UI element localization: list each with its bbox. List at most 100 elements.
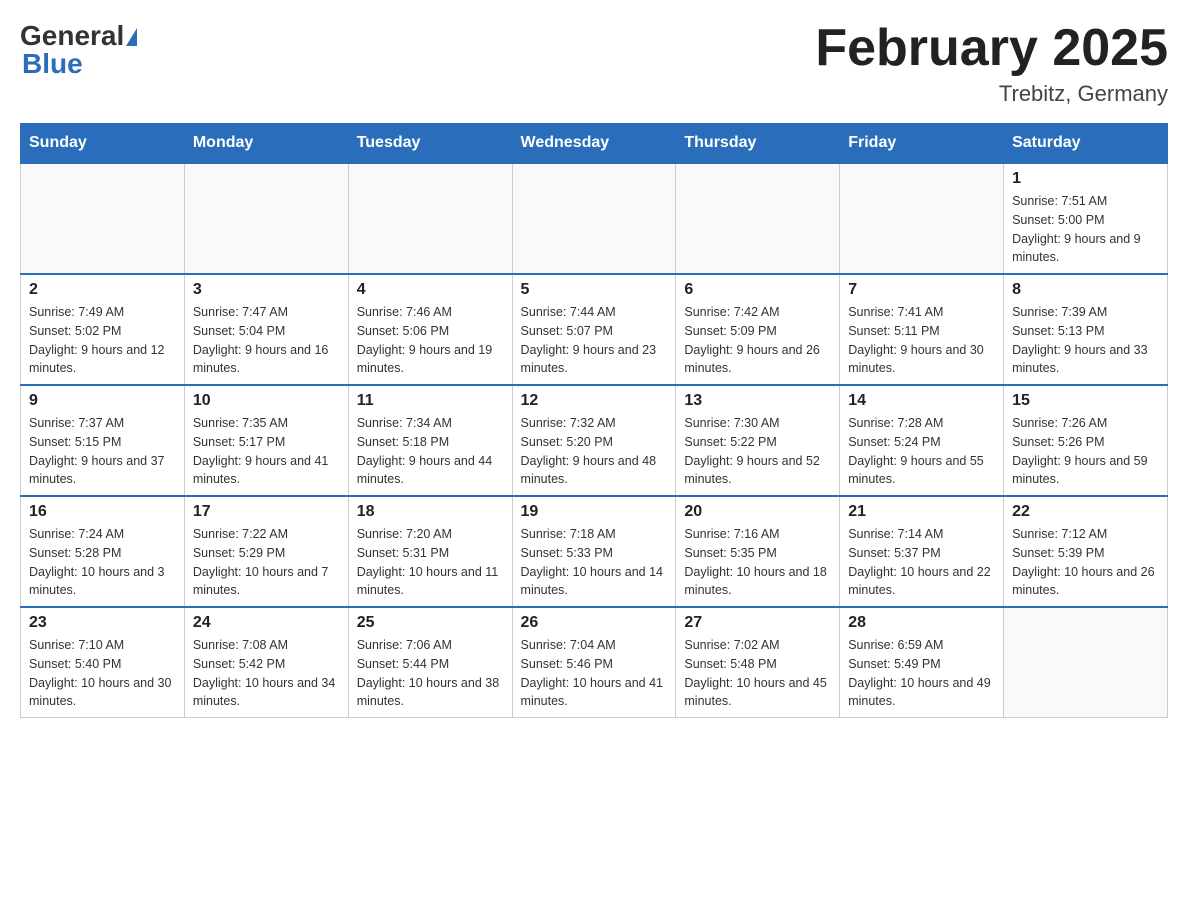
calendar-week-row: 23 Sunrise: 7:10 AMSunset: 5:40 PMDayligh… — [21, 607, 1168, 718]
day-number: 12 — [521, 392, 668, 410]
day-number: 1 — [1012, 170, 1159, 188]
table-row: 7 Sunrise: 7:41 AMSunset: 5:11 PMDaylight… — [840, 274, 1004, 385]
day-number: 25 — [357, 614, 504, 632]
table-row: 22Sunrise: 7:12 AMSunset: 5:39 PMDayligh… — [1004, 496, 1168, 607]
table-row: 8 Sunrise: 7:39 AMSunset: 5:13 PMDaylight… — [1004, 274, 1168, 385]
day-info: Sunrise: 7:14 AMSunset: 5:37 PMDaylight:… — [848, 525, 995, 600]
table-row: 9Sunrise: 7:37 AMSunset: 5:15 PMDaylight… — [21, 385, 185, 496]
day-number: 24 — [193, 614, 340, 632]
day-info: Sunrise: 7:02 AMSunset: 5:48 PMDaylight:… — [684, 636, 831, 711]
calendar-week-row: 1 Sunrise: 7:51 AMSunset: 5:00 PMDaylight… — [21, 163, 1168, 274]
col-sunday: Sunday — [21, 124, 185, 164]
col-thursday: Thursday — [676, 124, 840, 164]
calendar-week-row: 16 Sunrise: 7:24 AMSunset: 5:28 PMDayligh… — [21, 496, 1168, 607]
day-number: 2 — [29, 281, 176, 299]
title-area: February 2025 Trebitz, Germany — [815, 20, 1168, 107]
table-row: 18 Sunrise: 7:20 AMSunset: 5:31 PMDayligh… — [348, 496, 512, 607]
day-info: Sunrise: 7:37 AMSunset: 5:15 PMDaylight:… — [29, 414, 176, 489]
logo-triangle-icon — [126, 28, 137, 46]
table-row: 14 Sunrise: 7:28 AMSunset: 5:24 PMDayligh… — [840, 385, 1004, 496]
day-number: 4 — [357, 281, 504, 299]
day-info: Sunrise: 7:41 AMSunset: 5:11 PMDaylight:… — [848, 303, 995, 378]
table-row: 19Sunrise: 7:18 AMSunset: 5:33 PMDayligh… — [512, 496, 676, 607]
day-number: 17 — [193, 503, 340, 521]
calendar-title: February 2025 — [815, 20, 1168, 77]
calendar-table: Sunday Monday Tuesday Wednesday Thursday… — [20, 123, 1168, 718]
table-row: 26 Sunrise: 7:04 AMSunset: 5:46 PMDayligh… — [512, 607, 676, 718]
table-row: 11Sunrise: 7:34 AMSunset: 5:18 PMDayligh… — [348, 385, 512, 496]
table-row: 25 Sunrise: 7:06 AMSunset: 5:44 PMDayligh… — [348, 607, 512, 718]
day-info: Sunrise: 6:59 AMSunset: 5:49 PMDaylight:… — [848, 636, 995, 711]
day-info: Sunrise: 7:26 AMSunset: 5:26 PMDaylight:… — [1012, 414, 1159, 489]
day-info: Sunrise: 7:47 AMSunset: 5:04 PMDaylight:… — [193, 303, 340, 378]
day-number: 23 — [29, 614, 176, 632]
day-info: Sunrise: 7:22 AMSunset: 5:29 PMDaylight:… — [193, 525, 340, 600]
day-number: 22 — [1012, 503, 1159, 521]
table-row: 28 Sunrise: 6:59 AMSunset: 5:49 PMDayligh… — [840, 607, 1004, 718]
day-info: Sunrise: 7:16 AMSunset: 5:35 PMDaylight:… — [684, 525, 831, 600]
table-row: 15Sunrise: 7:26 AMSunset: 5:26 PMDayligh… — [1004, 385, 1168, 496]
day-info: Sunrise: 7:30 AMSunset: 5:22 PMDaylight:… — [684, 414, 831, 489]
table-row — [1004, 607, 1168, 718]
table-row — [512, 163, 676, 274]
table-row: 3 Sunrise: 7:47 AMSunset: 5:04 PMDaylight… — [184, 274, 348, 385]
day-number: 21 — [848, 503, 995, 521]
day-number: 13 — [684, 392, 831, 410]
table-row: 4 Sunrise: 7:46 AMSunset: 5:06 PMDaylight… — [348, 274, 512, 385]
table-row: 13 Sunrise: 7:30 AMSunset: 5:22 PMDayligh… — [676, 385, 840, 496]
table-row: 24 Sunrise: 7:08 AMSunset: 5:42 PMDayligh… — [184, 607, 348, 718]
col-wednesday: Wednesday — [512, 124, 676, 164]
day-number: 8 — [1012, 281, 1159, 299]
col-saturday: Saturday — [1004, 124, 1168, 164]
table-row — [21, 163, 185, 274]
day-number: 20 — [684, 503, 831, 521]
day-info: Sunrise: 7:08 AMSunset: 5:42 PMDaylight:… — [193, 636, 340, 711]
day-number: 5 — [521, 281, 668, 299]
table-row: 17 Sunrise: 7:22 AMSunset: 5:29 PMDayligh… — [184, 496, 348, 607]
day-number: 26 — [521, 614, 668, 632]
day-number: 7 — [848, 281, 995, 299]
day-number: 28 — [848, 614, 995, 632]
day-number: 6 — [684, 281, 831, 299]
logo-blue-text: Blue — [22, 48, 137, 80]
day-info: Sunrise: 7:10 AMSunset: 5:40 PMDaylight:… — [29, 636, 176, 711]
calendar-week-row: 9Sunrise: 7:37 AMSunset: 5:15 PMDaylight… — [21, 385, 1168, 496]
table-row: 12 Sunrise: 7:32 AMSunset: 5:20 PMDayligh… — [512, 385, 676, 496]
day-info: Sunrise: 7:49 AMSunset: 5:02 PMDaylight:… — [29, 303, 176, 378]
table-row: 10 Sunrise: 7:35 AMSunset: 5:17 PMDayligh… — [184, 385, 348, 496]
day-info: Sunrise: 7:24 AMSunset: 5:28 PMDaylight:… — [29, 525, 176, 600]
table-row — [676, 163, 840, 274]
col-tuesday: Tuesday — [348, 124, 512, 164]
day-number: 19 — [521, 503, 668, 521]
table-row: 6 Sunrise: 7:42 AMSunset: 5:09 PMDaylight… — [676, 274, 840, 385]
day-number: 3 — [193, 281, 340, 299]
day-info: Sunrise: 7:04 AMSunset: 5:46 PMDaylight:… — [521, 636, 668, 711]
day-info: Sunrise: 7:42 AMSunset: 5:09 PMDaylight:… — [684, 303, 831, 378]
page-header: General Blue February 2025 Trebitz, Germ… — [20, 20, 1168, 107]
day-number: 10 — [193, 392, 340, 410]
table-row — [348, 163, 512, 274]
day-number: 14 — [848, 392, 995, 410]
table-row: 5 Sunrise: 7:44 AMSunset: 5:07 PMDaylight… — [512, 274, 676, 385]
table-row: 2 Sunrise: 7:49 AMSunset: 5:02 PMDaylight… — [21, 274, 185, 385]
day-info: Sunrise: 7:32 AMSunset: 5:20 PMDaylight:… — [521, 414, 668, 489]
day-info: Sunrise: 7:20 AMSunset: 5:31 PMDaylight:… — [357, 525, 504, 600]
day-info: Sunrise: 7:51 AMSunset: 5:00 PMDaylight:… — [1012, 192, 1159, 267]
table-row: 27 Sunrise: 7:02 AMSunset: 5:48 PMDayligh… — [676, 607, 840, 718]
day-info: Sunrise: 7:28 AMSunset: 5:24 PMDaylight:… — [848, 414, 995, 489]
table-row: 21 Sunrise: 7:14 AMSunset: 5:37 PMDayligh… — [840, 496, 1004, 607]
day-number: 16 — [29, 503, 176, 521]
day-info: Sunrise: 7:06 AMSunset: 5:44 PMDaylight:… — [357, 636, 504, 711]
logo: General Blue — [20, 20, 137, 80]
day-number: 27 — [684, 614, 831, 632]
day-number: 18 — [357, 503, 504, 521]
day-info: Sunrise: 7:46 AMSunset: 5:06 PMDaylight:… — [357, 303, 504, 378]
table-row: 20 Sunrise: 7:16 AMSunset: 5:35 PMDayligh… — [676, 496, 840, 607]
day-info: Sunrise: 7:39 AMSunset: 5:13 PMDaylight:… — [1012, 303, 1159, 378]
calendar-header-row: Sunday Monday Tuesday Wednesday Thursday… — [21, 124, 1168, 164]
day-info: Sunrise: 7:35 AMSunset: 5:17 PMDaylight:… — [193, 414, 340, 489]
table-row — [184, 163, 348, 274]
day-info: Sunrise: 7:34 AMSunset: 5:18 PMDaylight:… — [357, 414, 504, 489]
day-info: Sunrise: 7:44 AMSunset: 5:07 PMDaylight:… — [521, 303, 668, 378]
calendar-subtitle: Trebitz, Germany — [815, 81, 1168, 107]
